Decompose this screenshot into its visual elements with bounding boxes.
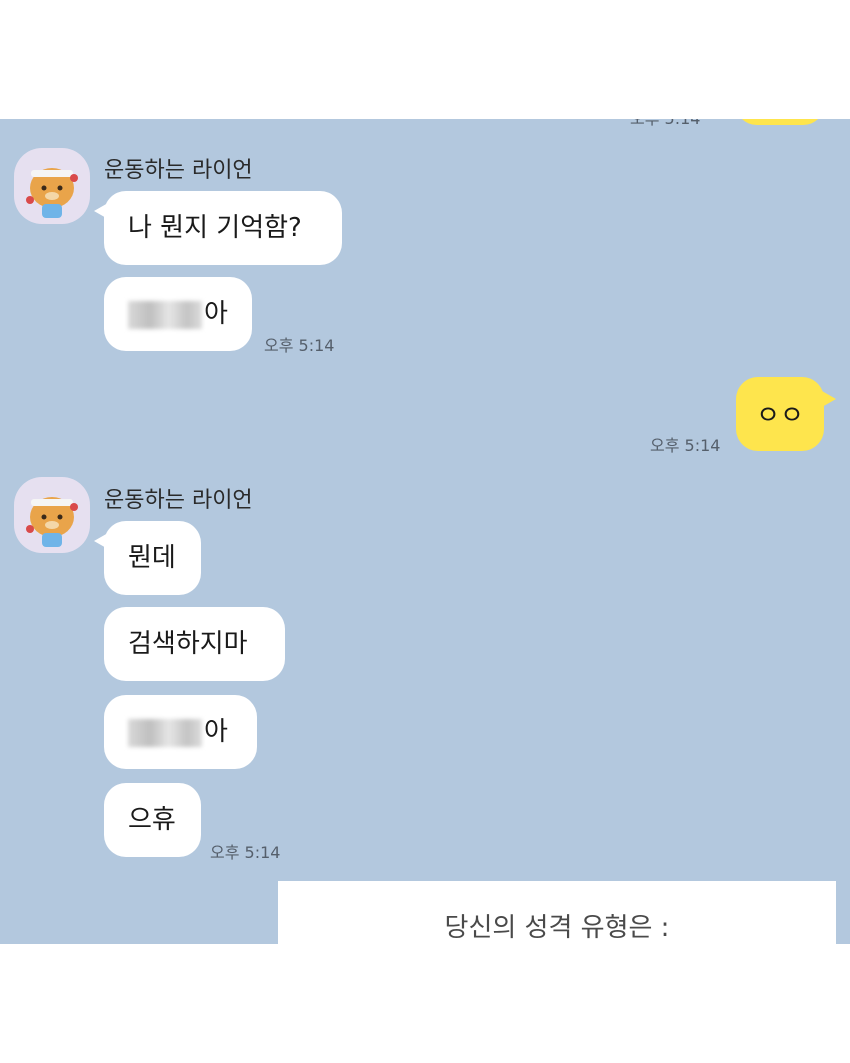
shared-card[interactable]: 당신의 성격 유형은 : xyxy=(278,881,836,944)
my-message-bubble[interactable]: ㅇㅇ xyxy=(736,377,836,451)
message-time: 오후 5:14 xyxy=(264,336,335,355)
message-text: 아 xyxy=(204,717,228,747)
message-text: 나 뭔지 기억함? xyxy=(128,213,302,243)
message-bubble-censored[interactable]: 아 xyxy=(104,695,257,769)
ryan-exercise-avatar-icon[interactable] xyxy=(14,477,90,553)
message-bubble[interactable]: 검색하지마 xyxy=(104,607,285,681)
message-text: 아 xyxy=(204,299,228,329)
sender-name: 운동하는 라이언 xyxy=(104,158,253,183)
my-message-bubble-partial[interactable] xyxy=(735,119,825,125)
message-text: 으휴 xyxy=(128,805,176,835)
message-bubble[interactable]: 으휴 xyxy=(104,783,201,857)
ryan-exercise-avatar-icon[interactable] xyxy=(14,148,90,224)
card-title: 당신의 성격 유형은 : xyxy=(444,913,670,943)
chat-room[interactable]: 오후 5:14 운동하는 라이언 나 뭔지 기억함? 아 오후 5:14 ㅇㅇ … xyxy=(0,119,850,944)
censor-blur xyxy=(128,300,202,329)
message-time: 오후 5:14 xyxy=(630,119,700,129)
message-bubble[interactable]: 나 뭔지 기억함? xyxy=(94,191,342,265)
my-message-text: ㅇㅇ xyxy=(756,401,804,431)
message-text: 뭔데 xyxy=(128,543,176,573)
censor-blur xyxy=(128,718,202,747)
message-time: 오후 5:14 xyxy=(650,436,721,455)
message-bubble-censored[interactable]: 아 xyxy=(104,277,252,351)
sender-name: 운동하는 라이언 xyxy=(104,488,253,513)
message-text: 검색하지마 xyxy=(128,629,248,659)
message-bubble[interactable]: 뭔데 xyxy=(94,521,201,595)
message-time: 오후 5:14 xyxy=(210,843,281,862)
